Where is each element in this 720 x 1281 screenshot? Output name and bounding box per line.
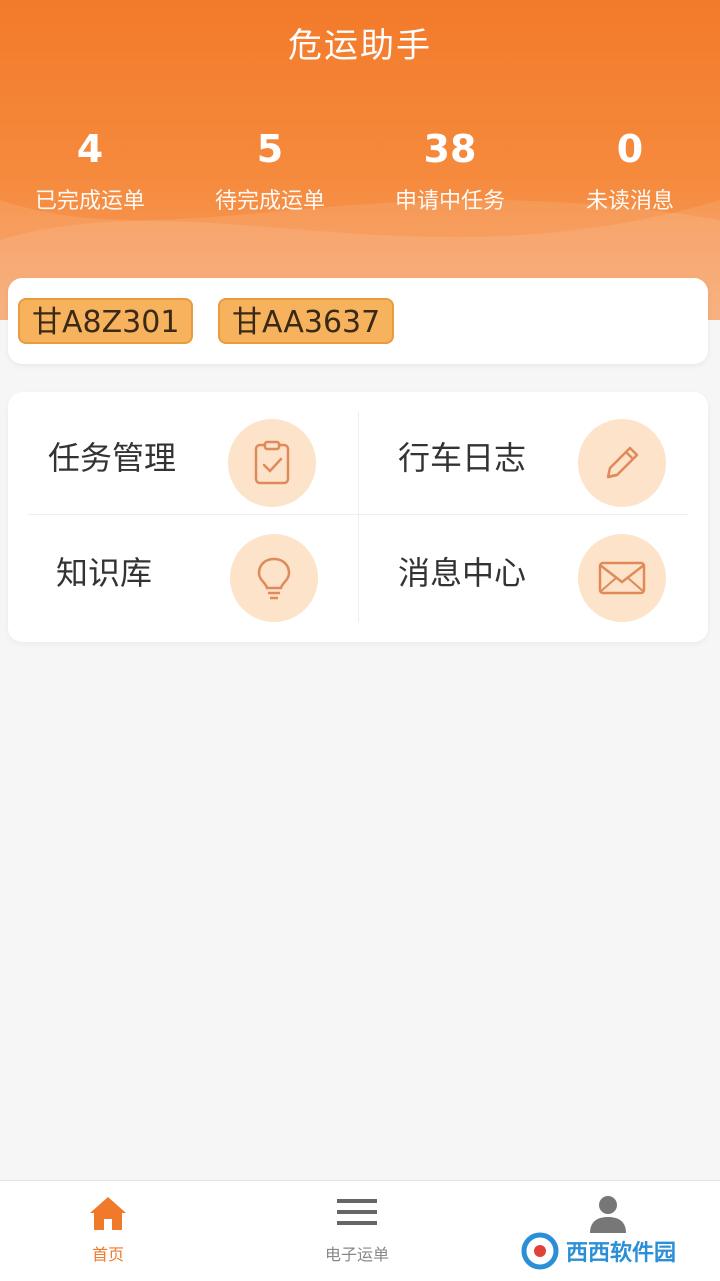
plate-badge[interactable]: 甘AA3637 <box>218 298 395 344</box>
tab-electronic-waybill[interactable]: 电子运单 <box>287 1181 427 1281</box>
stat-value: 0 <box>616 127 644 171</box>
tab-label: 电子运单 <box>324 1245 389 1264</box>
stat-applying-tasks[interactable]: 38 申请中任务 <box>360 125 540 215</box>
stat-value: 4 <box>76 127 104 171</box>
stat-value: 5 <box>256 127 284 171</box>
clipboard-check-icon <box>228 419 316 507</box>
stat-label: 申请中任务 <box>394 189 505 214</box>
menu-item-label: 行车日志 <box>398 439 527 477</box>
stat-label: 待完成运单 <box>214 189 325 214</box>
watermark-logo-icon <box>521 1232 559 1270</box>
page-title: 危运助手 <box>288 26 432 66</box>
stat-label: 已完成运单 <box>34 189 145 214</box>
menu-item-label: 任务管理 <box>48 439 177 477</box>
vehicle-plates-card: 甘A8Z301 甘AA3637 <box>8 278 708 364</box>
menu-item-label: 知识库 <box>56 554 153 592</box>
tab-label: 首页 <box>91 1245 124 1264</box>
stat-label: 未读消息 <box>585 189 674 214</box>
header: 危运助手 4 已完成运单 5 待完成运单 38 申请中任务 0 未读消息 <box>0 0 720 320</box>
site-watermark: 西西软件园 <box>520 1228 700 1274</box>
stat-unread-messages[interactable]: 0 未读消息 <box>540 125 720 215</box>
stat-value: 38 <box>423 127 477 171</box>
stat-pending-orders[interactable]: 5 待完成运单 <box>180 125 360 215</box>
function-menu-card: 任务管理 行车日志 知识库 消息中心 <box>8 392 708 642</box>
plate-badge[interactable]: 甘A8Z301 <box>18 298 194 344</box>
stats-row: 4 已完成运单 5 待完成运单 38 申请中任务 0 未读消息 <box>0 125 720 215</box>
envelope-icon <box>578 534 666 622</box>
pencil-icon <box>578 419 666 507</box>
menu-item-knowledge-base[interactable]: 知识库 <box>8 514 358 632</box>
menu-item-driving-log[interactable]: 行车日志 <box>358 399 708 517</box>
tab-home[interactable]: 首页 <box>38 1181 178 1281</box>
menu-item-message-center[interactable]: 消息中心 <box>358 514 708 632</box>
home-icon <box>90 1197 126 1230</box>
menu-item-label: 消息中心 <box>398 554 527 592</box>
stat-completed-orders[interactable]: 4 已完成运单 <box>0 125 180 215</box>
list-icon <box>337 1199 377 1225</box>
menu-item-task-management[interactable]: 任务管理 <box>8 399 358 517</box>
lightbulb-icon <box>230 534 318 622</box>
watermark-text: 西西软件园 <box>566 1241 677 1266</box>
